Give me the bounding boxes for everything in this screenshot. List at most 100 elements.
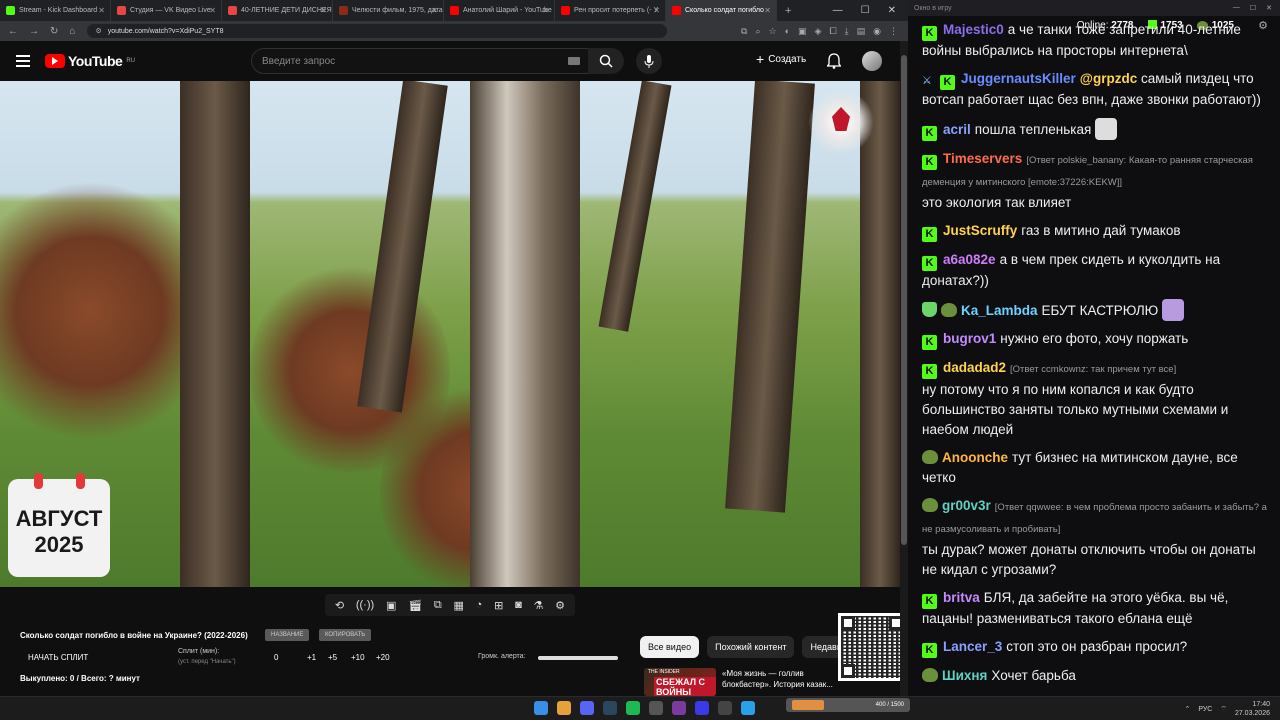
account-avatar[interactable] bbox=[862, 51, 882, 71]
film-icon[interactable]: ▦ bbox=[453, 599, 463, 612]
maximize-icon[interactable]: ☐ bbox=[861, 5, 870, 16]
hamburger-menu-icon[interactable] bbox=[16, 55, 30, 67]
create-button[interactable]: + Создать bbox=[756, 51, 806, 67]
zoom-icon[interactable]: ⌕ bbox=[755, 26, 760, 37]
chat-username[interactable]: Шихня bbox=[942, 668, 987, 683]
clapper-icon[interactable]: 🎬︎ bbox=[408, 599, 422, 612]
sidebar-icon[interactable]: ▤ bbox=[857, 26, 866, 37]
alert-volume-slider[interactable] bbox=[538, 656, 618, 660]
split-add-1-button[interactable]: +1 bbox=[307, 653, 316, 662]
search-input[interactable]: Введите запрос bbox=[251, 48, 591, 74]
chat-username[interactable]: gr00v3r bbox=[942, 498, 991, 513]
app-icon[interactable] bbox=[672, 701, 686, 715]
discord-icon[interactable] bbox=[580, 701, 594, 715]
chat-mention[interactable]: @grpzdc bbox=[1080, 71, 1137, 86]
tab-close-icon[interactable]: ✕ bbox=[431, 6, 438, 15]
new-tab-button[interactable]: + bbox=[777, 5, 799, 17]
extension-icon[interactable]: ▣ bbox=[798, 26, 807, 37]
browser-tab[interactable]: Челюсти фильм, 1975, дата ✕ bbox=[333, 0, 444, 21]
chat-username[interactable]: Majestic0 bbox=[943, 22, 1004, 37]
chat-username[interactable]: britva bbox=[943, 590, 980, 605]
voice-search-button[interactable] bbox=[636, 48, 662, 74]
screenshot-icon[interactable]: ◙ bbox=[515, 599, 522, 611]
chat-username[interactable]: JustScruffy bbox=[943, 223, 1017, 238]
broadcast-icon[interactable]: ((·)) bbox=[356, 599, 374, 611]
forward-icon[interactable]: → bbox=[29, 26, 39, 37]
page-scrollbar[interactable] bbox=[900, 41, 908, 696]
search-button[interactable] bbox=[588, 48, 624, 74]
chat-username[interactable]: Anoonche bbox=[942, 450, 1008, 465]
close-window-icon[interactable]: ✕ bbox=[1266, 4, 1272, 12]
add-icon[interactable]: ⊞ bbox=[494, 599, 503, 612]
split-add-20-button[interactable]: +20 bbox=[376, 653, 390, 662]
tab-close-icon[interactable]: ✕ bbox=[542, 6, 549, 15]
tab-close-icon[interactable]: ✕ bbox=[653, 6, 660, 15]
loop-icon[interactable]: ⟲ bbox=[335, 599, 344, 612]
chat-username[interactable]: a6a082e bbox=[943, 252, 996, 267]
maximize-icon[interactable]: ☐ bbox=[1250, 4, 1256, 12]
chat-username[interactable]: JuggernautsKiller bbox=[961, 71, 1076, 86]
back-icon[interactable]: ← bbox=[8, 26, 18, 37]
home-icon[interactable]: ⌂ bbox=[69, 26, 75, 37]
chip-related[interactable]: Похожий контент bbox=[707, 636, 795, 658]
browser-tab[interactable]: Stream - Kick Dashboard ✕ bbox=[0, 0, 111, 21]
minimize-icon[interactable]: — bbox=[833, 5, 843, 16]
chip-all-videos[interactable]: Все видео bbox=[640, 636, 700, 658]
browser-tab[interactable]: 40-ЛЕТНИЕ ДЕТИ ДИСНЕЯ ✕ bbox=[222, 0, 333, 21]
puzzle-icon[interactable]: ⧠ bbox=[829, 26, 836, 37]
language-indicator[interactable]: РУС bbox=[1198, 706, 1212, 713]
split-add-5-button[interactable]: +5 bbox=[328, 653, 337, 662]
profile-icon[interactable]: ◉ bbox=[873, 26, 881, 37]
chrome-icon[interactable] bbox=[557, 701, 571, 715]
watch-later-icon[interactable]: ▣ bbox=[386, 599, 396, 612]
recommended-thumbnail[interactable]: THE INSIDER СБЕЖАЛ С ВОЙНЫ bbox=[644, 668, 716, 696]
translate-icon[interactable]: ⧉ bbox=[741, 26, 747, 37]
split-add-10-button[interactable]: +10 bbox=[351, 653, 365, 662]
minimize-icon[interactable]: — bbox=[1233, 4, 1240, 12]
menu-dots-icon[interactable]: ⋮ bbox=[889, 26, 898, 37]
url-field[interactable]: ⚙ youtube.com/watch?v=XdiPu2_SYT8 bbox=[87, 24, 668, 38]
split-value-0[interactable]: 0 bbox=[274, 653, 278, 662]
extension-icon[interactable]: ◈ bbox=[815, 26, 822, 37]
notifications-bell-icon[interactable] bbox=[826, 53, 842, 74]
telegram-icon[interactable] bbox=[741, 701, 755, 715]
app-icon[interactable] bbox=[695, 701, 709, 715]
title-button[interactable]: НАЗВАНИЕ bbox=[265, 629, 310, 641]
chat-username[interactable]: Ka_Lambda bbox=[961, 303, 1038, 318]
tray-expand-icon[interactable]: ⌃ bbox=[1184, 705, 1190, 713]
extension-icon[interactable]: ◐ bbox=[785, 26, 790, 37]
start-icon[interactable] bbox=[534, 701, 548, 715]
settings-icon[interactable]: ⚙ bbox=[555, 599, 565, 612]
tab-close-icon[interactable]: ✕ bbox=[98, 6, 105, 15]
network-icon[interactable]: ⌔ bbox=[1220, 705, 1227, 714]
keyboard-icon[interactable] bbox=[568, 57, 580, 65]
speed-icon[interactable]: ◔ bbox=[476, 599, 483, 611]
chat-username[interactable]: Lancer_3 bbox=[943, 639, 1002, 654]
copy-button[interactable]: КОПИРОВАТЬ bbox=[319, 629, 372, 641]
video-player[interactable]: АВГУСТ 2025 bbox=[0, 81, 900, 587]
pip-icon[interactable]: ⧉ bbox=[434, 599, 442, 612]
spotify-icon[interactable] bbox=[626, 701, 640, 715]
chat-username[interactable]: bugrov1 bbox=[943, 331, 996, 346]
recommended-title[interactable]: «Моя жизнь — голлив блокбастер». История… bbox=[722, 668, 833, 696]
tab-close-icon[interactable]: ✕ bbox=[764, 6, 771, 15]
browser-tab[interactable]: Сколько солдат погибло ✕ bbox=[666, 0, 777, 21]
browser-tab[interactable]: Студия — VK Видео Live ✕ bbox=[111, 0, 222, 21]
chat-username[interactable]: acril bbox=[943, 122, 971, 137]
clock[interactable]: 17:40 27.03.2026 bbox=[1235, 700, 1270, 718]
browser-tab[interactable]: Рен просит потерпеть (- Y ✕ bbox=[555, 0, 666, 21]
obs-icon[interactable] bbox=[649, 701, 663, 715]
steam-icon[interactable] bbox=[603, 701, 617, 715]
tab-close-icon[interactable]: ✕ bbox=[320, 6, 327, 15]
explorer-icon[interactable] bbox=[718, 701, 732, 715]
tab-close-icon[interactable]: ✕ bbox=[209, 6, 216, 15]
close-window-icon[interactable]: ✕ bbox=[888, 5, 896, 16]
reload-icon[interactable]: ↻ bbox=[50, 26, 58, 37]
chat-username[interactable]: dadadad2 bbox=[943, 360, 1006, 375]
lab-icon[interactable]: ⚗ bbox=[533, 599, 543, 612]
site-info-icon[interactable]: ⚙ bbox=[95, 27, 101, 35]
recommended-video[interactable]: THE INSIDER СБЕЖАЛ С ВОЙНЫ «Моя жизнь — … bbox=[644, 668, 844, 696]
bookmark-star-icon[interactable]: ☆ bbox=[768, 26, 776, 37]
download-icon[interactable]: ⤓ bbox=[845, 26, 849, 37]
youtube-logo[interactable]: YouTube RU bbox=[45, 53, 135, 69]
